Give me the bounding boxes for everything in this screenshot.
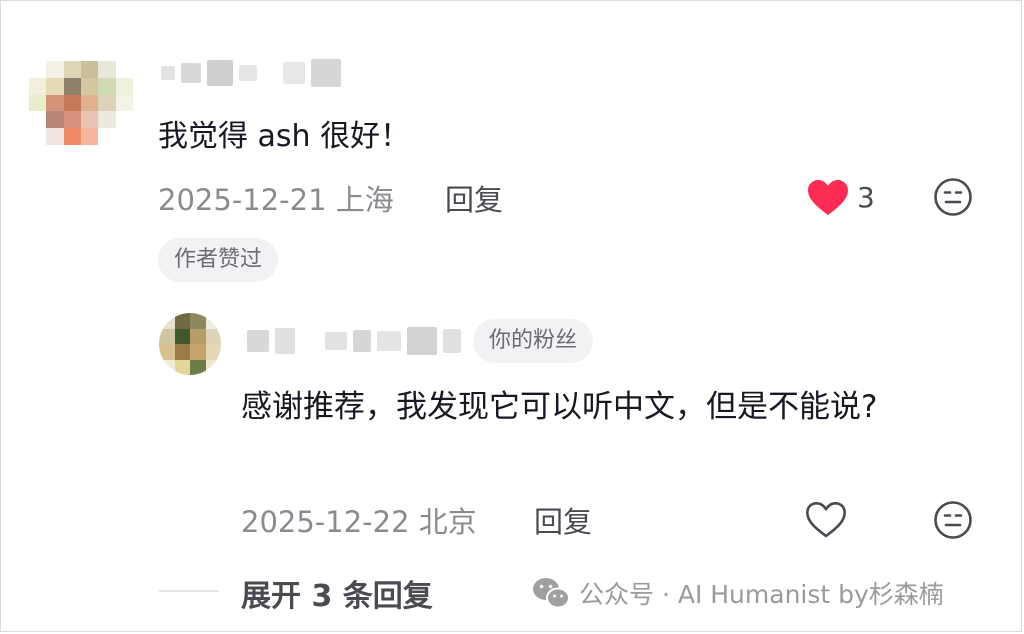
comment-date: 2025-12-21 [158,183,327,217]
reply-text: 感谢推荐，我发现它可以听中文，但是不能说? [241,389,878,425]
reply-avatar[interactable] [159,313,221,375]
comment-text: 我觉得 ash 很好！ [158,119,411,154]
meh-face-icon[interactable] [933,500,973,540]
watermark: 公众号 · AI Humanist by杉森楠 [531,575,944,611]
watermark-text: 公众号 · AI Humanist by杉森楠 [579,580,944,609]
heart-outline-icon[interactable] [805,501,847,539]
comment-panel: 我觉得 ash 很好！ 2025-12-21 上海 回复 3 作者赞过 你的粉丝… [0,0,1022,632]
reply-meta: 2025-12-22 北京 [241,499,477,541]
like-count: 3 [857,181,875,214]
reply-location: 北京 [418,505,477,539]
comment-location: 上海 [335,183,394,217]
comment-meta: 2025-12-21 上海 [158,177,394,219]
meh-face-icon[interactable] [933,177,973,217]
expand-replies-button[interactable]: 展开 3 条回复 [241,571,433,615]
expand-divider [159,590,219,592]
fan-badge: 你的粉丝 [473,319,594,363]
avatar[interactable] [29,61,133,145]
reply-button[interactable]: 回复 [445,177,503,219]
reply-username[interactable] [247,327,461,355]
username[interactable] [161,59,341,87]
heart-filled-icon[interactable] [807,179,849,217]
author-liked-badge: 作者赞过 [158,238,279,282]
wechat-icon [533,578,570,609]
reply-date: 2025-12-22 [241,505,410,539]
reply-reply-button[interactable]: 回复 [534,499,592,541]
